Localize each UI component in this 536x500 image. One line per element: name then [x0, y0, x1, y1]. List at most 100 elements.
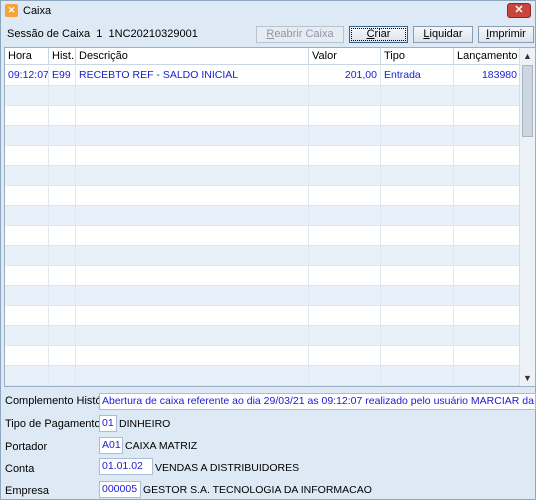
col-descricao[interactable]: Descrição	[76, 48, 309, 65]
empty-table-row[interactable]	[5, 366, 521, 386]
conta-code-input[interactable]: 01.01.02	[99, 458, 153, 475]
empty-cell	[76, 206, 309, 226]
empty-cell	[5, 366, 49, 386]
empty-table-row[interactable]	[5, 266, 521, 286]
imprimir-button[interactable]: Imprimir	[478, 26, 534, 43]
empty-table-row[interactable]	[5, 246, 521, 266]
portador-label: Portador	[5, 441, 48, 453]
portador-code-input[interactable]: A01	[99, 437, 123, 454]
empty-cell	[49, 166, 76, 186]
portador-desc: CAIXA MATRIZ	[125, 440, 198, 452]
empty-table-row[interactable]	[5, 326, 521, 346]
cell-descricao: RECEBTO REF - SALDO INICIAL	[76, 66, 309, 86]
cell-hora: 09:12:07	[5, 66, 49, 86]
empty-cell	[5, 166, 49, 186]
empty-cell	[309, 126, 381, 146]
empty-table-row[interactable]	[5, 206, 521, 226]
empty-cell	[76, 306, 309, 326]
scroll-thumb[interactable]	[522, 65, 533, 137]
empty-cell	[49, 186, 76, 206]
empty-cell	[454, 226, 521, 246]
grid-rows: 09:12:07 E99 RECEBTO REF - SALDO INICIAL…	[5, 66, 521, 386]
close-button[interactable]: ✕	[507, 3, 531, 18]
empty-cell	[76, 146, 309, 166]
empty-cell	[309, 286, 381, 306]
conta-desc: VENDAS A DISTRIBUIDORES	[155, 462, 300, 474]
cell-valor: 201,00	[309, 66, 381, 86]
empty-cell	[454, 286, 521, 306]
empty-cell	[49, 246, 76, 266]
launches-grid[interactable]: Hora Hist. Descrição Valor Tipo Lançamen…	[4, 47, 536, 387]
scroll-down-icon[interactable]: ▼	[520, 370, 535, 386]
empty-cell	[309, 166, 381, 186]
empty-table-row[interactable]	[5, 226, 521, 246]
empty-cell	[49, 106, 76, 126]
empty-cell	[76, 106, 309, 126]
session-label: Sessão de Caixa	[7, 28, 91, 40]
empty-cell	[76, 326, 309, 346]
empty-cell	[309, 366, 381, 386]
col-tipo[interactable]: Tipo	[381, 48, 454, 65]
tipo-pagamento-code-input[interactable]: 01	[99, 415, 117, 432]
empty-table-row[interactable]	[5, 126, 521, 146]
empty-cell	[5, 126, 49, 146]
col-hora[interactable]: Hora	[5, 48, 49, 65]
empty-cell	[5, 186, 49, 206]
empty-cell	[49, 266, 76, 286]
empty-cell	[49, 326, 76, 346]
scroll-up-icon[interactable]: ▲	[520, 48, 535, 64]
app-icon: ✕	[5, 4, 18, 17]
col-hist[interactable]: Hist.	[49, 48, 76, 65]
empty-cell	[454, 326, 521, 346]
empty-cell	[381, 206, 454, 226]
empty-cell	[5, 106, 49, 126]
empty-cell	[5, 306, 49, 326]
empty-cell	[381, 326, 454, 346]
empty-cell	[76, 286, 309, 306]
empty-table-row[interactable]	[5, 346, 521, 366]
empty-cell	[76, 366, 309, 386]
empty-cell	[49, 126, 76, 146]
empty-cell	[381, 86, 454, 106]
empty-cell	[5, 266, 49, 286]
empty-cell	[309, 266, 381, 286]
empty-cell	[381, 286, 454, 306]
empty-cell	[309, 226, 381, 246]
empty-cell	[454, 266, 521, 286]
cell-lancamento: 183980	[454, 66, 521, 86]
empty-cell	[49, 366, 76, 386]
empty-cell	[454, 126, 521, 146]
empty-table-row[interactable]	[5, 146, 521, 166]
empty-table-row[interactable]	[5, 86, 521, 106]
tipo-pagamento-desc: DINHEIRO	[119, 418, 171, 430]
empty-table-row[interactable]	[5, 306, 521, 326]
empresa-code-input[interactable]: 000005	[99, 481, 141, 498]
empty-cell	[49, 206, 76, 226]
empty-cell	[5, 86, 49, 106]
empty-table-row[interactable]	[5, 166, 521, 186]
vertical-scrollbar[interactable]: ▲ ▼	[519, 48, 535, 386]
col-lancamento[interactable]: Lançamento	[454, 48, 521, 65]
cell-hist: E99	[49, 66, 76, 86]
complemento-input[interactable]: Abertura de caixa referente ao dia 29/03…	[99, 393, 536, 410]
session-code: 1NC20210329001	[108, 28, 198, 40]
empty-cell	[309, 326, 381, 346]
reabrir-caixa-button[interactable]: Reabrir Caixa	[256, 26, 344, 43]
empty-cell	[454, 146, 521, 166]
empty-cell	[76, 126, 309, 146]
empty-cell	[49, 226, 76, 246]
col-valor[interactable]: Valor	[309, 48, 381, 65]
empty-table-row[interactable]	[5, 106, 521, 126]
tipo-pagamento-label: Tipo de Pagamento	[5, 418, 101, 430]
liquidar-button[interactable]: Liquidar	[413, 26, 473, 43]
caixa-window: ✕ Caixa ✕ Sessão de Caixa 1 1NC202103290…	[0, 0, 536, 500]
empty-cell	[5, 206, 49, 226]
empty-table-row[interactable]	[5, 286, 521, 306]
empty-cell	[5, 346, 49, 366]
table-row[interactable]: 09:12:07 E99 RECEBTO REF - SALDO INICIAL…	[5, 66, 521, 86]
criar-button[interactable]: Criar	[349, 26, 408, 43]
empty-cell	[381, 126, 454, 146]
empty-cell	[76, 266, 309, 286]
empty-cell	[381, 366, 454, 386]
empty-table-row[interactable]	[5, 186, 521, 206]
